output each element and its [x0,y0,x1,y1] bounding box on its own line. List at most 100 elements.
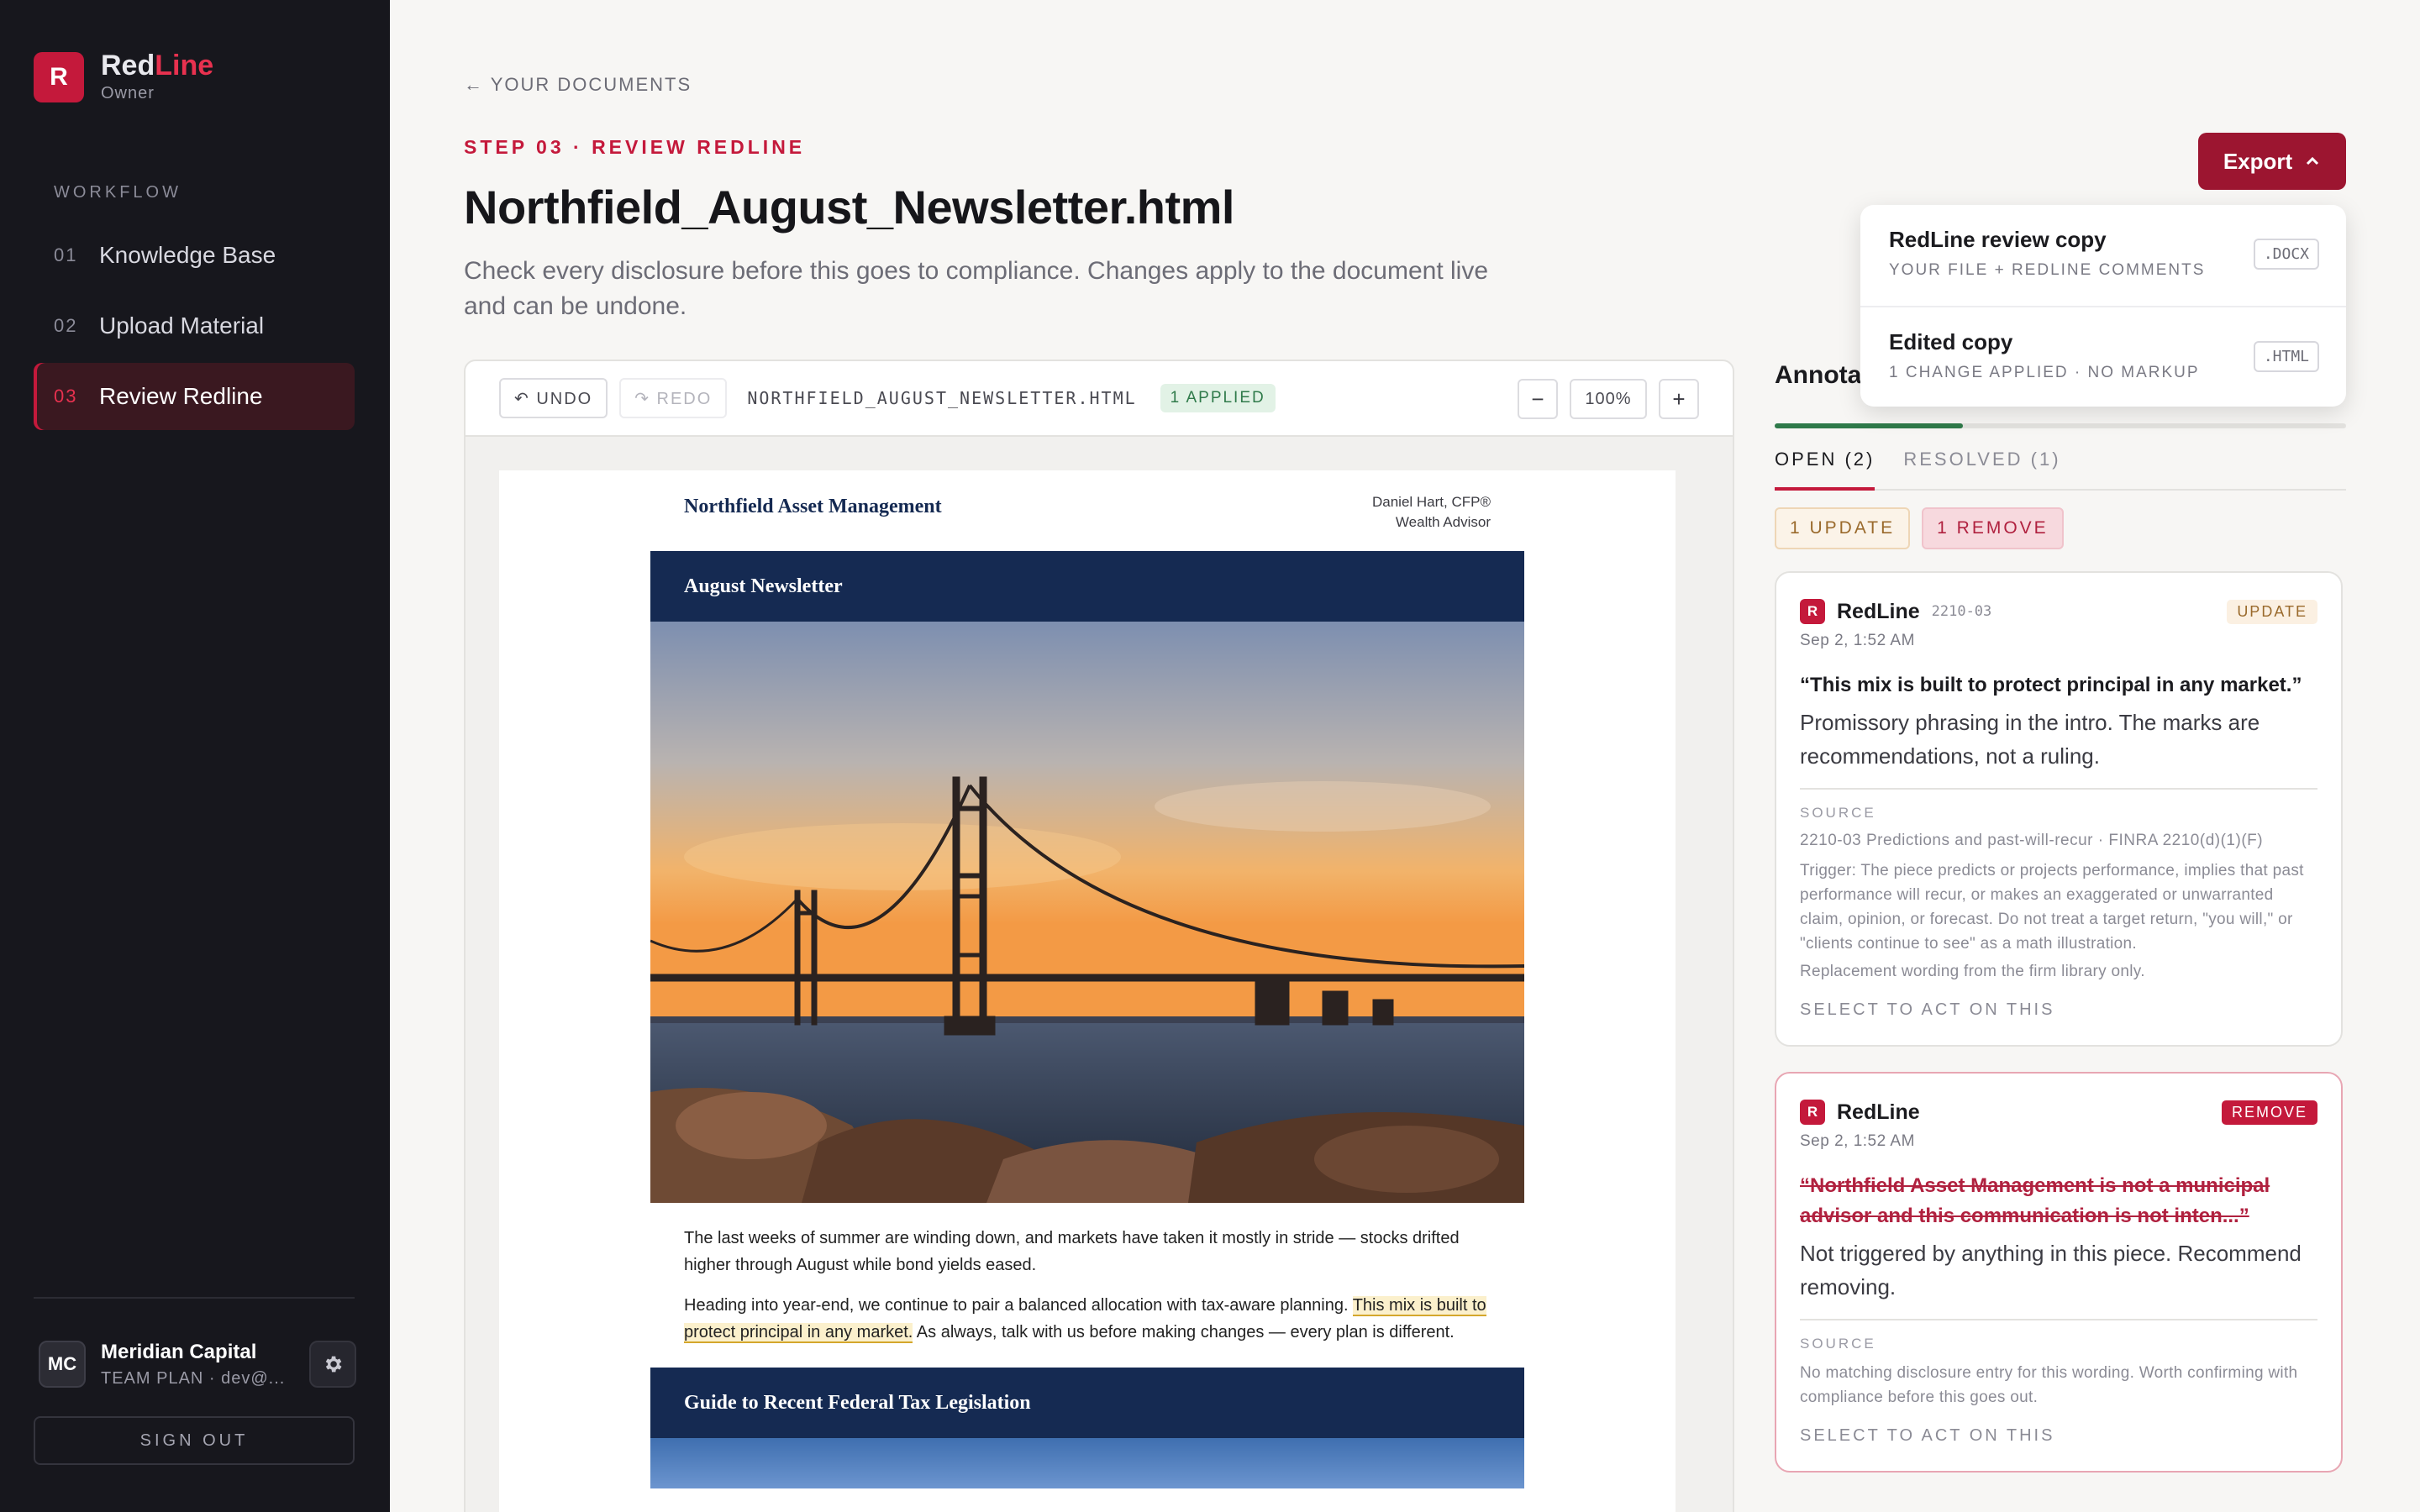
document-page: Northfield Asset Management Daniel Hart,… [499,470,1676,1512]
export-option-review-copy[interactable]: RedLine review copy YOUR FILE + REDLINE … [1860,205,2346,306]
card-timestamp: Sep 2, 1:52 AM [1800,632,1915,649]
paragraph-text-before: Heading into year-end, we continue to pa… [684,1296,1353,1315]
card-note: Not triggered by anything in this piece.… [1800,1241,2302,1299]
nav-item-review-redline[interactable]: 03 Review Redline [34,363,355,430]
nav-label: Review Redline [99,383,263,409]
redline-logo-icon: R [1800,1100,1825,1125]
section-title-band: Guide to Recent Federal Tax Legislation [650,1368,1524,1438]
annotation-card-update[interactable]: R RedLine 2210-03 UPDATE Sep 2, 1:52 AM … [1775,571,2343,1047]
applied-badge: 1 APPLIED [1160,384,1276,412]
app-logo[interactable]: R RedLine Owner [34,50,213,103]
review-progress-fill [1775,423,1964,428]
annotation-tabs: OPEN (2) RESOLVED (1) [1775,449,2346,491]
sign-out-button[interactable]: SIGN OUT [34,1416,355,1465]
allocation-paragraph: Heading into year-end, we continue to pa… [684,1292,1491,1346]
card-timestamp: Sep 2, 1:52 AM [1800,1132,1915,1150]
sidebar-divider [34,1297,355,1299]
account-name: Meridian Capital [101,1340,257,1363]
tab-resolved[interactable]: RESOLVED (1) [1903,449,2060,491]
document-panel: ↶ UNDO ↷ REDO NORTHFIELD_AUGUST_NEWSLETT… [464,360,1734,1512]
firm-name: Northfield Asset Management [684,496,942,517]
card-brand: RedLine [1837,1100,1920,1124]
nav-step-number: 03 [54,386,78,407]
page-title: Northfield_August_Newsletter.html [464,181,1234,234]
source-text: No matching disclosure entry for this wo… [1800,1364,2298,1406]
card-brand: RedLine [1837,599,1920,623]
advisor-block: Daniel Hart, CFP® Wealth Advisor [1372,492,1491,533]
redline-logo-icon: R [1800,599,1825,624]
brand-name: RedLine [101,50,213,81]
intro-paragraph: The last weeks of summer are winding dow… [684,1229,1460,1274]
file-extension-badge: .HTML [2253,341,2319,372]
newsletter-body: The last weeks of summer are winding dow… [650,1203,1524,1346]
zoom-out-button[interactable]: − [1518,379,1558,419]
sidebar: R RedLine Owner WORKFLOW 01 Knowledge Ba… [0,0,390,1512]
back-to-documents-link[interactable]: ← YOUR DOCUMENTS [464,74,692,96]
source-extra: Replacement wording from the firm librar… [1800,963,2145,980]
nav-item-upload-material[interactable]: 02 Upload Material [34,292,355,360]
flagged-quote: “Northfield Asset Management is not a mu… [1800,1174,2270,1227]
remove-tag: REMOVE [2221,1100,2317,1125]
zoom-in-button[interactable]: + [1659,379,1699,419]
brand-name-part2: Line [155,50,214,81]
filter-chips: 1 UPDATE 1 REMOVE [1775,507,2075,549]
card-header: R RedLine 2210-03 UPDATE [1800,598,2317,625]
review-progress-bar [1775,423,2346,428]
nav-step-number: 01 [54,244,78,265]
flagged-quote: “This mix is built to protect principal … [1800,674,2302,696]
zoom-level: 100% [1570,379,1647,419]
nav-step-number: 02 [54,315,78,336]
source-label: SOURCE [1800,1336,1876,1352]
nav-item-knowledge-base[interactable]: 01 Knowledge Base [34,222,355,289]
tab-open[interactable]: OPEN (2) [1775,449,1876,491]
avatar[interactable]: MC [39,1341,86,1388]
logo-text: RedLine Owner [101,50,213,103]
export-label: Export [2223,148,2293,174]
account-panel: MC Meridian Capital TEAM PLAN · dev@... [39,1339,356,1389]
source-reference: 2210-03 Predictions and past-will-recur … [1800,832,2264,849]
annotation-card-remove[interactable]: R RedLine REMOVE Sep 2, 1:52 AM “Northfi… [1775,1072,2343,1473]
select-to-act[interactable]: SELECT TO ACT ON THIS [1800,1000,2317,1020]
card-divider [1800,788,2317,790]
redo-button[interactable]: ↷ REDO [619,378,728,418]
card-divider [1800,1319,2317,1320]
paragraph-text-after: As always, talk with us before making ch… [913,1323,1455,1341]
export-button[interactable]: Export [2198,133,2346,190]
newsletter-title-band: August Newsletter [650,551,1524,622]
step-label: STEP 03 · REVIEW REDLINE [464,136,806,158]
account-info: Meridian Capital TEAM PLAN · dev@... [101,1341,309,1389]
settings-button[interactable] [309,1341,356,1388]
user-role: Owner [101,84,155,102]
chevron-up-icon [2307,156,2319,165]
bridge-sunset-image [650,622,1524,1203]
nav-label: Knowledge Base [99,242,276,268]
account-plan: TEAM PLAN · dev@... [101,1368,286,1388]
page-description: Check every disclosure before this goes … [464,257,1488,320]
nav-label: Upload Material [99,312,265,339]
newsletter-header: Northfield Asset Management Daniel Hart,… [650,470,1524,551]
workflow-heading: WORKFLOW [54,183,182,202]
brand-name-part1: Red [101,50,155,81]
export-menu: RedLine review copy YOUR FILE + REDLINE … [1860,205,2346,407]
select-to-act[interactable]: SELECT TO ACT ON THIS [1800,1426,2317,1446]
update-tag: UPDATE [2227,599,2317,624]
gear-icon [325,1356,342,1373]
remove-filter-chip[interactable]: 1 REMOVE [1922,507,2064,549]
undo-button[interactable]: ↶ UNDO [499,378,608,418]
export-option-edited-copy[interactable]: Edited copy 1 CHANGE APPLIED · NO MARKUP… [1860,306,2346,407]
section-image [650,1438,1524,1488]
logo-mark: R [34,51,84,102]
rule-code: 2210-03 [1931,603,1992,620]
document-toolbar: ↶ UNDO ↷ REDO NORTHFIELD_AUGUST_NEWSLETT… [466,361,1733,437]
workflow-nav: 01 Knowledge Base 02 Upload Material 03 … [34,222,355,433]
advisor-title: Wealth Advisor [1395,514,1491,530]
update-filter-chip[interactable]: 1 UPDATE [1775,507,1911,549]
card-header: R RedLine REMOVE [1800,1099,2317,1126]
source-text: Trigger: The piece predicts or projects … [1800,862,2304,953]
zoom-controls: − 100% + [1518,379,1699,419]
source-label: SOURCE [1800,805,1876,821]
document-filename: NORTHFIELD_AUGUST_NEWSLETTER.HTML [747,388,1137,408]
advisor-name: Daniel Hart, CFP® [1371,494,1491,510]
file-extension-badge: .DOCX [2253,239,2319,270]
card-note: Promissory phrasing in the intro. The ma… [1800,710,2260,769]
